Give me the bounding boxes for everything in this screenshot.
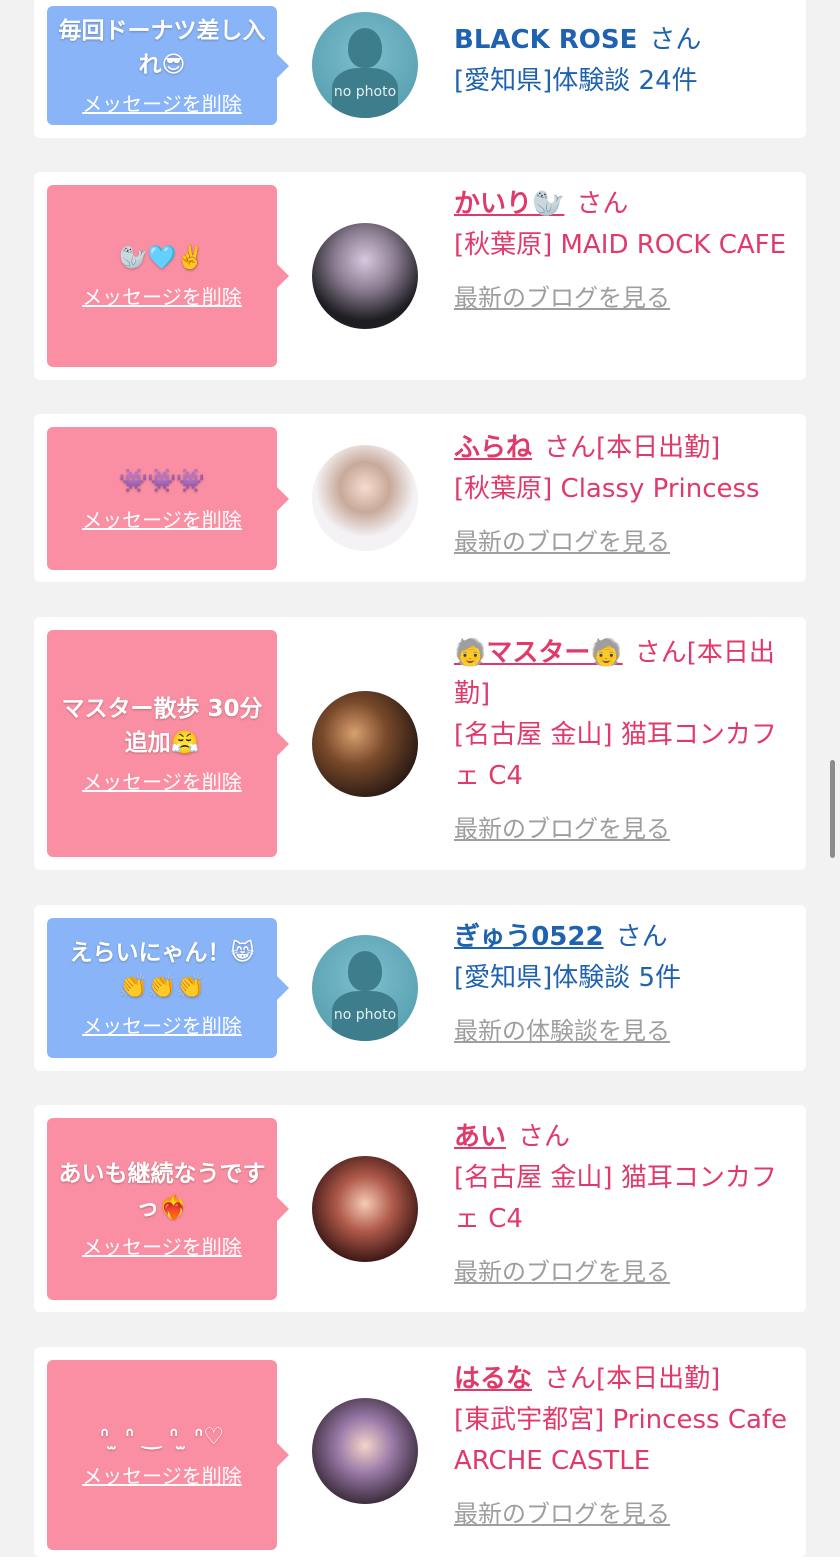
shop-info: [名古屋 金山] 猫耳コンカフェ C4 <box>454 1163 777 1234</box>
message-bubble: 毎回ドーナツ差し入れ😎 メッセージを削除 <box>47 6 289 125</box>
user-name[interactable]: あい <box>454 1122 506 1152</box>
message-bubble: あいも継続なうですっ❤️‍🔥 メッセージを削除 <box>47 1118 289 1300</box>
avatar[interactable] <box>312 445 418 551</box>
user-info: あい さん [名古屋 金山] 猫耳コンカフェ C4 最新のブログを見る <box>454 1117 799 1290</box>
avatar[interactable] <box>312 223 418 329</box>
message-bubble: ᐢ ̫ ᐢ ‿ ᐢ ̫ ᐢ♡ メッセージを削除 <box>47 1360 289 1550</box>
latest-blog-link[interactable]: 最新のブログを見る <box>454 1496 799 1532</box>
shop-info: [愛知県]体験談 5件 <box>454 963 682 993</box>
avatar[interactable] <box>312 1156 418 1262</box>
message-card: 👾👾👾 メッセージを削除 ふらね さん[本日出勤] [秋葉原] Classy Pr… <box>34 414 806 582</box>
message-bubble: 👾👾👾 メッセージを削除 <box>47 427 289 570</box>
latest-blog-link[interactable]: 最新のブログを見る <box>454 1254 799 1290</box>
honorific: さん <box>544 433 597 463</box>
message-text: マスター散歩 30分追加😤 <box>61 695 263 756</box>
latest-blog-link[interactable]: 最新のブログを見る <box>454 280 799 316</box>
user-info: 🧓マスター🧓 さん[本日出勤] [名古屋 金山] 猫耳コンカフェ C4 最新のブロ… <box>454 633 799 847</box>
shift-status: [本日出勤] <box>596 1364 721 1394</box>
message-text: ᐢ ̫ ᐢ ‿ ᐢ ̫ ᐢ♡ <box>99 1424 224 1450</box>
shift-status: [本日出勤] <box>596 433 721 463</box>
delete-message-link[interactable]: メッセージを削除 <box>82 768 242 796</box>
avatar[interactable]: no photo <box>312 12 418 118</box>
user-info: ぎゅう0522 さん [愛知県]体験談 5件 最新の体験談を見る <box>454 917 799 1049</box>
honorific: さん <box>576 189 629 219</box>
shop-info: [東武宇都宮] Princess Cafe ARCHE CASTLE <box>454 1405 788 1476</box>
user-name[interactable]: BLACK ROSE <box>454 25 637 55</box>
shop-info: [秋葉原] Classy Princess <box>454 474 760 504</box>
message-text: あいも継続なうですっ❤️‍🔥 <box>58 1161 266 1221</box>
avatar[interactable]: no photo <box>312 935 418 1041</box>
no-photo-label: no photo <box>333 1007 397 1023</box>
scrollbar[interactable] <box>830 760 835 858</box>
user-info: かいり🦭 さん [秋葉原] MAID ROCK CAFE 最新のブログを見る <box>454 184 799 316</box>
shop-info: [秋葉原] MAID ROCK CAFE <box>454 230 787 260</box>
shop-info: [名古屋 金山] 猫耳コンカフェ C4 <box>454 720 777 791</box>
message-bubble: 🦭🩵✌️ メッセージを削除 <box>47 185 289 367</box>
message-card: マスター散歩 30分追加😤 メッセージを削除 🧓マスター🧓 さん[本日出勤] [名… <box>34 617 806 870</box>
message-text: 🦭🩵✌️ <box>119 245 205 271</box>
message-card: 🦭🩵✌️ メッセージを削除 かいり🦭 さん [秋葉原] MAID ROCK CAF… <box>34 172 806 380</box>
user-info: ふらね さん[本日出勤] [秋葉原] Classy Princess 最新のブログ… <box>454 428 799 560</box>
no-photo-label: no photo <box>333 84 397 100</box>
delete-message-link[interactable]: メッセージを削除 <box>82 283 242 311</box>
latest-blog-link[interactable]: 最新のブログを見る <box>454 811 799 847</box>
message-text: 毎回ドーナツ差し入れ😎 <box>58 17 266 78</box>
message-bubble: マスター散歩 30分追加😤 メッセージを削除 <box>47 630 289 857</box>
honorific: さん <box>518 1122 571 1152</box>
user-name[interactable]: ぎゅう0522 <box>454 922 604 952</box>
shop-info: [愛知県]体験談 24件 <box>454 66 698 96</box>
user-info: BLACK ROSE さん [愛知県]体験談 24件 <box>454 20 799 102</box>
honorific: さん <box>615 922 668 952</box>
latest-blog-link[interactable]: 最新のブログを見る <box>454 524 799 560</box>
message-text: えらいにゃん！😸👏👏👏 <box>69 940 255 1000</box>
user-name[interactable]: 🧓マスター🧓 <box>454 638 623 668</box>
avatar[interactable] <box>312 1398 418 1504</box>
latest-review-link[interactable]: 最新の体験談を見る <box>454 1013 799 1049</box>
user-name[interactable]: はるな <box>454 1364 532 1394</box>
message-card: ᐢ ̫ ᐢ ‿ ᐢ ̫ ᐢ♡ メッセージを削除 はるな さん[本日出勤] [東武宇… <box>34 1347 806 1557</box>
delete-message-link[interactable]: メッセージを削除 <box>82 1233 242 1261</box>
user-info: はるな さん[本日出勤] [東武宇都宮] Princess Cafe ARCHE … <box>454 1359 799 1532</box>
delete-message-link[interactable]: メッセージを削除 <box>82 90 242 118</box>
message-card: えらいにゃん！😸👏👏👏 メッセージを削除 no photo ぎゅう0522 さん … <box>34 905 806 1071</box>
message-bubble: えらいにゃん！😸👏👏👏 メッセージを削除 <box>47 918 289 1058</box>
honorific: さん <box>634 638 687 668</box>
delete-message-link[interactable]: メッセージを削除 <box>82 1012 242 1040</box>
message-card: 毎回ドーナツ差し入れ😎 メッセージを削除 no photo BLACK ROSE… <box>34 0 806 138</box>
message-text: 👾👾👾 <box>119 467 205 494</box>
message-card: あいも継続なうですっ❤️‍🔥 メッセージを削除 あい さん [名古屋 金山] 猫耳… <box>34 1105 806 1312</box>
avatar[interactable] <box>312 691 418 797</box>
honorific: さん <box>544 1364 597 1394</box>
user-name[interactable]: かいり🦭 <box>454 189 564 219</box>
delete-message-link[interactable]: メッセージを削除 <box>82 1462 242 1490</box>
delete-message-link[interactable]: メッセージを削除 <box>82 506 242 534</box>
honorific: さん <box>649 25 702 55</box>
user-name[interactable]: ふらね <box>454 433 532 463</box>
